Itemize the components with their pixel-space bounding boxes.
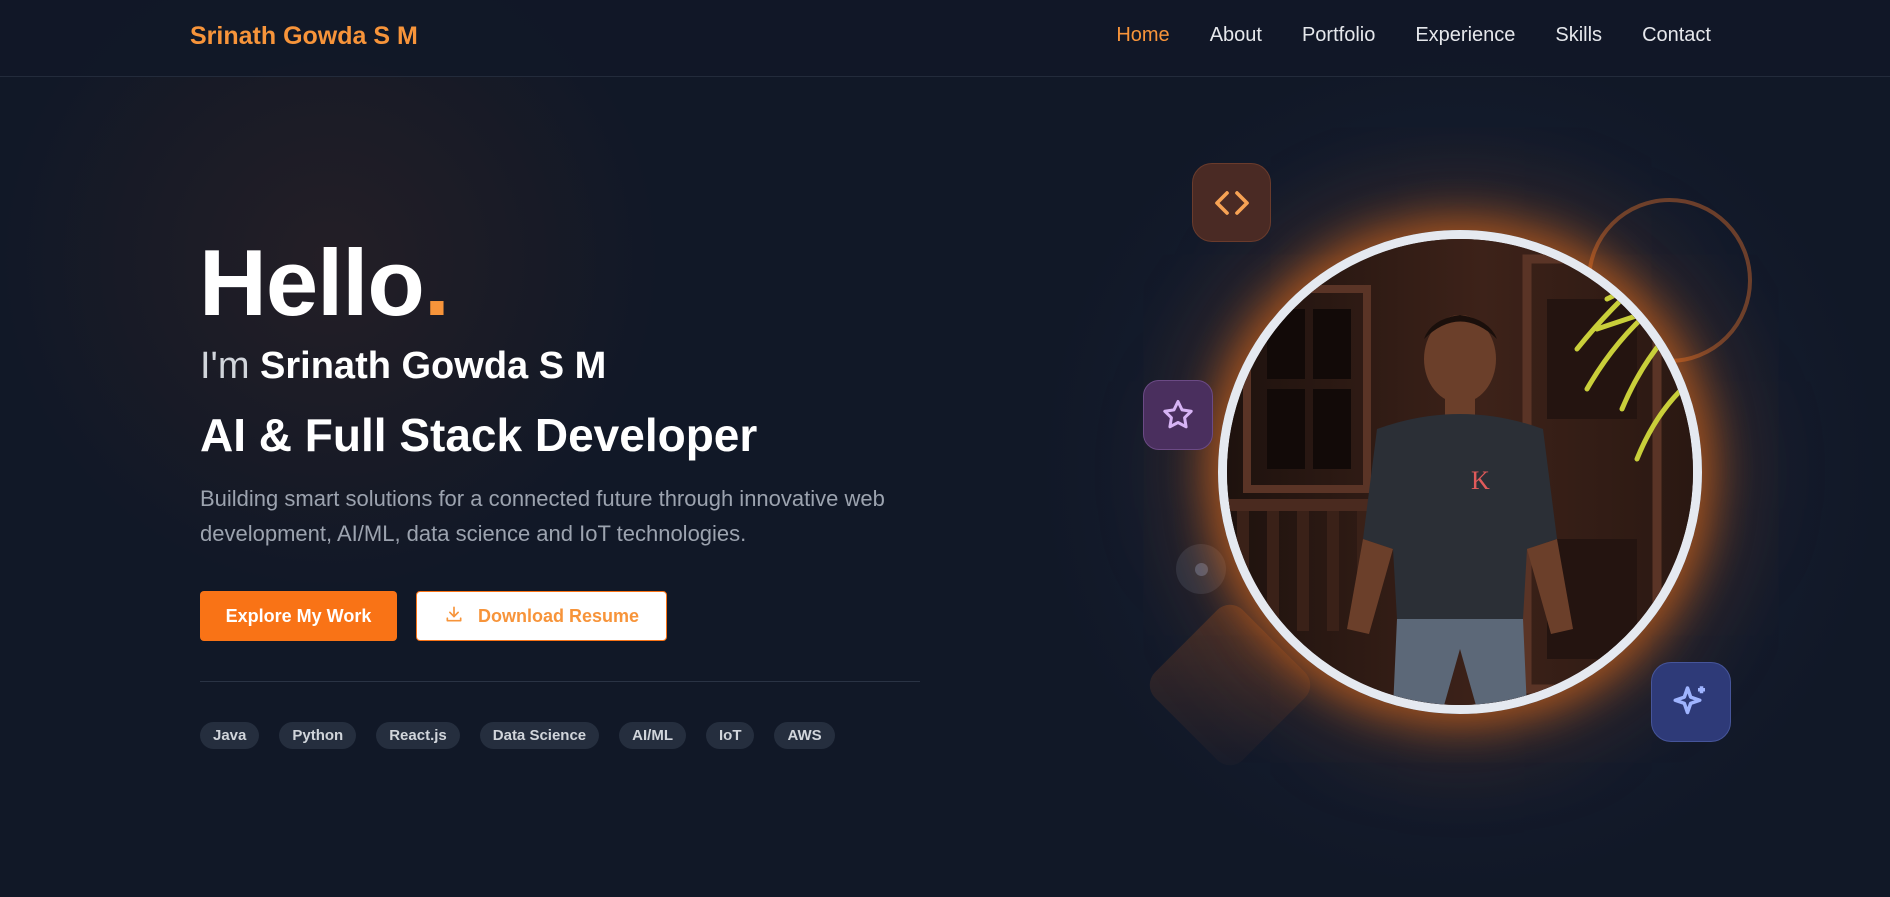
decorative-dot (1176, 544, 1226, 594)
hero-role: AI & Full Stack Developer (200, 409, 758, 461)
skill-tag: Data Science (479, 722, 600, 749)
greeting-text: Hello (199, 230, 425, 335)
navbar: Srinath Gowda S M Home About Portfolio E… (0, 0, 1890, 77)
star-icon (1143, 380, 1213, 450)
skill-tag: Python (279, 722, 357, 749)
hero-description: Building smart solutions for a connected… (200, 486, 885, 546)
intro-prefix: I'm (200, 345, 250, 387)
greeting-dot: . (423, 230, 450, 335)
sparkle-icon (1651, 662, 1731, 742)
code-icon (1192, 163, 1271, 242)
profile-photo: K (1218, 230, 1702, 714)
skill-tag: IoT (705, 722, 755, 749)
hero-name: Srinath Gowda S M (260, 345, 607, 387)
skill-tag: AI/ML (619, 722, 686, 749)
skill-tags: Java Python React.js Data Science AI/ML … (200, 722, 835, 749)
nav-links: Home About Portfolio Experience Skills C… (1116, 24, 1711, 47)
download-resume-label: Download Resume (477, 605, 640, 626)
hero-intro: I'm Srinath Gowda S M (200, 345, 607, 388)
nav-about[interactable]: About (1210, 24, 1262, 47)
download-resume-button[interactable]: Download Resume (416, 591, 667, 641)
download-icon (444, 604, 464, 629)
skill-tag: React.js (376, 722, 460, 749)
skill-tag: Java (200, 722, 260, 749)
hero-divider (200, 681, 920, 682)
nav-contact[interactable]: Contact (1642, 24, 1711, 47)
nav-portfolio[interactable]: Portfolio (1302, 24, 1375, 47)
skill-tag: AWS (774, 722, 835, 749)
nav-skills[interactable]: Skills (1555, 24, 1602, 47)
nav-experience[interactable]: Experience (1415, 24, 1515, 47)
hero-greeting: Hello. (199, 236, 450, 330)
explore-work-button[interactable]: Explore My Work (200, 591, 397, 641)
svg-text:K: K (1471, 466, 1490, 495)
nav-home[interactable]: Home (1116, 24, 1169, 47)
brand-logo[interactable]: Srinath Gowda S M (190, 22, 418, 51)
